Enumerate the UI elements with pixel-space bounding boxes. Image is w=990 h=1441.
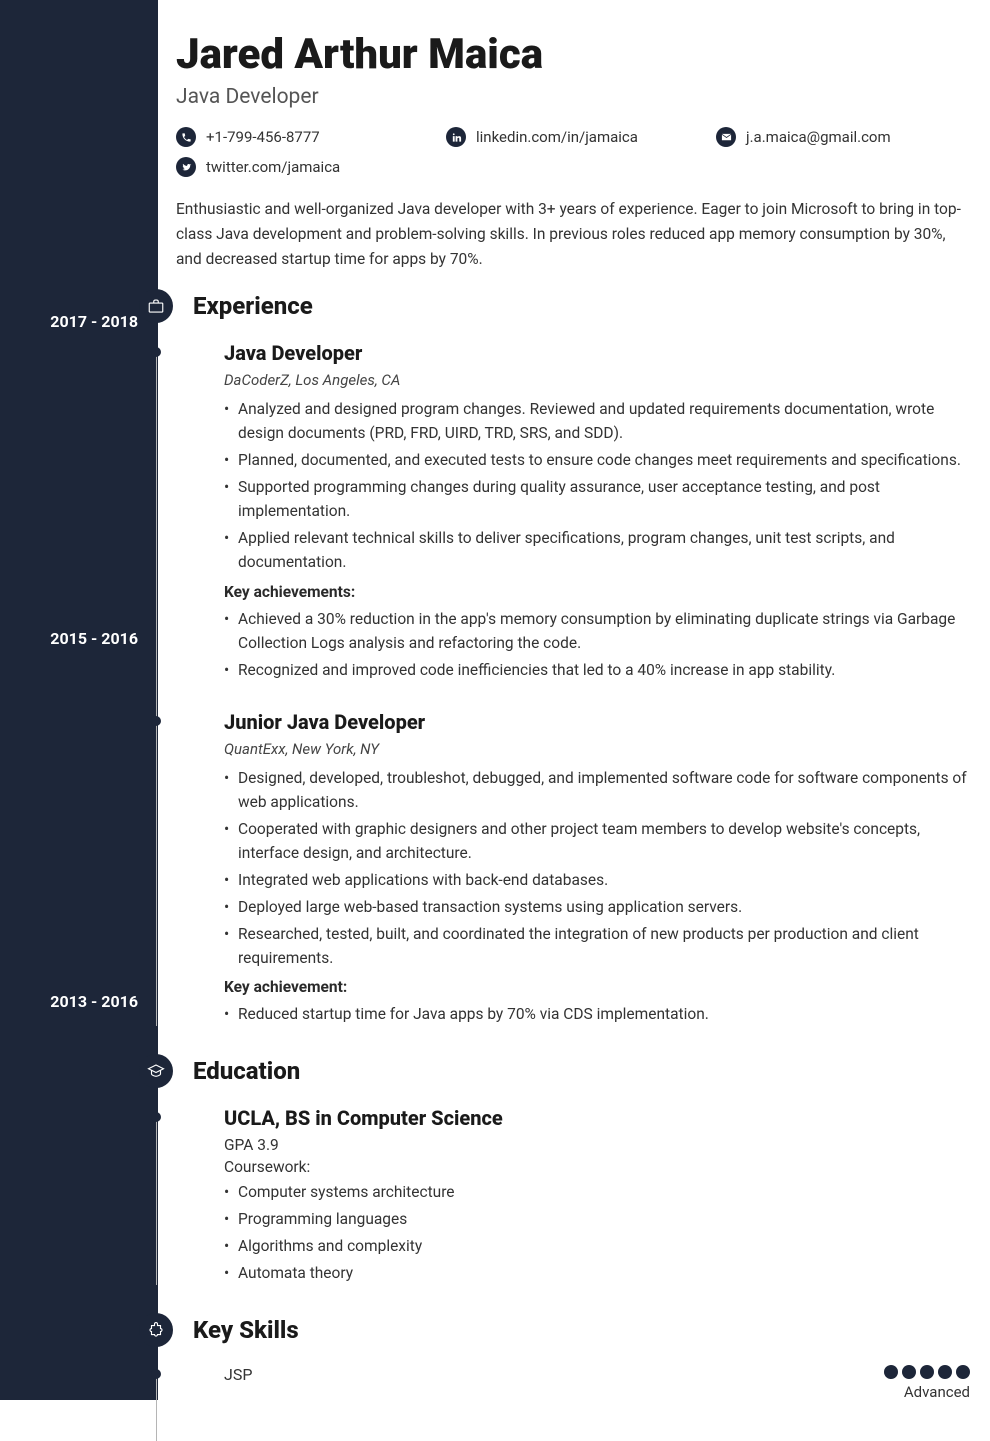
entry-dates: 2017 - 2018 xyxy=(50,312,138,331)
timeline-dot xyxy=(151,1112,161,1122)
education-heading: Education xyxy=(193,1057,300,1085)
job-company: QuantExx, New York, NY xyxy=(224,740,970,758)
achievement-item: Achieved a 30% reduction in the app's me… xyxy=(224,607,970,655)
job-bullets: Analyzed and designed program changes. R… xyxy=(224,397,970,574)
education-timeline: UCLA, BS in Computer Science GPA 3.9 Cours… xyxy=(176,1106,970,1285)
achievement-item: Reduced startup time for Java apps by 70… xyxy=(224,1002,970,1026)
coursework-label: Coursework: xyxy=(224,1158,970,1176)
course-item: Programming languages xyxy=(224,1207,970,1231)
timeline-line xyxy=(156,1375,157,1441)
degree: UCLA, BS in Computer Science xyxy=(224,1106,970,1130)
skills-timeline: JSP Advanced xyxy=(176,1365,970,1401)
briefcase-icon xyxy=(139,289,173,323)
contacts: +1-799-456-8777 linkedin.com/in/jamaica … xyxy=(176,127,970,177)
experience-timeline: Java Developer DaCoderZ, Los Angeles, CA A… xyxy=(176,341,970,1025)
experience-entry: Java Developer DaCoderZ, Los Angeles, CA A… xyxy=(176,341,970,681)
summary: Enthusiastic and well-organized Java dev… xyxy=(176,197,970,271)
job-role: Junior Java Developer xyxy=(224,710,970,734)
linkedin-icon xyxy=(446,127,466,147)
person-title: Java Developer xyxy=(176,85,970,109)
entry-dates: 2015 - 2016 xyxy=(50,629,138,648)
achievements-label: Key achievement: xyxy=(224,978,970,996)
course-item: Automata theory xyxy=(224,1261,970,1285)
skill-row: JSP Advanced xyxy=(176,1365,970,1401)
person-name: Jared Arthur Maica xyxy=(176,30,970,79)
skills-section-header: Key Skills xyxy=(139,1313,970,1347)
job-bullet: Cooperated with graphic designers and ot… xyxy=(224,817,970,865)
job-role: Java Developer xyxy=(224,341,970,365)
header: Jared Arthur Maica Java Developer xyxy=(176,30,970,109)
twitter-icon xyxy=(176,157,196,177)
email-icon xyxy=(716,127,736,147)
rating-dot xyxy=(920,1365,934,1379)
contact-twitter: twitter.com/jamaica xyxy=(176,157,406,177)
coursework-list: Computer systems architecture Programming… xyxy=(224,1180,970,1285)
course-item: Computer systems architecture xyxy=(224,1180,970,1204)
timeline-line xyxy=(156,1116,157,1285)
rating-dot xyxy=(884,1365,898,1379)
puzzle-icon xyxy=(139,1313,173,1347)
experience-entry: Junior Java Developer QuantExx, New York,… xyxy=(176,710,970,1026)
rating-dot xyxy=(956,1365,970,1379)
email-text: j.a.maica@gmail.com xyxy=(746,128,891,146)
skill-rating: Advanced xyxy=(884,1365,970,1401)
timeline-dot xyxy=(151,716,161,726)
achievements-list: Reduced startup time for Java apps by 70… xyxy=(224,1002,970,1026)
course-item: Algorithms and complexity xyxy=(224,1234,970,1258)
skills-heading: Key Skills xyxy=(193,1316,299,1344)
skill-name: JSP xyxy=(224,1365,252,1384)
job-bullet: Designed, developed, troubleshot, debugg… xyxy=(224,766,970,814)
phone-text: +1-799-456-8777 xyxy=(206,128,320,146)
timeline-line xyxy=(156,351,157,1025)
entry-dates: 2013 - 2016 xyxy=(50,992,138,1011)
graduation-cap-icon xyxy=(139,1054,173,1088)
contact-linkedin: linkedin.com/in/jamaica xyxy=(446,127,676,147)
timeline-dot xyxy=(151,1369,161,1379)
rating-dots xyxy=(884,1365,970,1379)
job-bullet: Planned, documented, and executed tests … xyxy=(224,448,970,472)
rating-dot xyxy=(902,1365,916,1379)
job-bullets: Designed, developed, troubleshot, debugg… xyxy=(224,766,970,970)
job-bullet: Researched, tested, built, and coordinat… xyxy=(224,922,970,970)
job-bullet: Integrated web applications with back-en… xyxy=(224,868,970,892)
achievement-item: Recognized and improved code inefficienc… xyxy=(224,658,970,682)
job-company: DaCoderZ, Los Angeles, CA xyxy=(224,371,970,389)
linkedin-text: linkedin.com/in/jamaica xyxy=(476,128,638,146)
sidebar: 2017 - 2018 2015 - 2016 2013 - 2016 xyxy=(0,0,158,1400)
job-bullet: Supported programming changes during qua… xyxy=(224,475,970,523)
gpa: GPA 3.9 xyxy=(224,1136,970,1154)
experience-heading: Experience xyxy=(193,292,313,320)
job-bullet: Deployed large web-based transaction sys… xyxy=(224,895,970,919)
education-entry: UCLA, BS in Computer Science GPA 3.9 Cours… xyxy=(176,1106,970,1285)
twitter-text: twitter.com/jamaica xyxy=(206,158,340,176)
achievements-label: Key achievements: xyxy=(224,583,970,601)
phone-icon xyxy=(176,127,196,147)
contact-phone: +1-799-456-8777 xyxy=(176,127,406,147)
job-bullet: Applied relevant technical skills to del… xyxy=(224,526,970,574)
rating-dot xyxy=(938,1365,952,1379)
job-bullet: Analyzed and designed program changes. R… xyxy=(224,397,970,445)
rating-label: Advanced xyxy=(884,1383,970,1401)
main-content: Jared Arthur Maica Java Developer +1-799… xyxy=(158,0,990,1400)
timeline-dot xyxy=(151,347,161,357)
contact-email: j.a.maica@gmail.com xyxy=(716,127,946,147)
experience-section-header: Experience xyxy=(139,289,970,323)
achievements-list: Achieved a 30% reduction in the app's me… xyxy=(224,607,970,682)
education-section-header: Education xyxy=(139,1054,970,1088)
